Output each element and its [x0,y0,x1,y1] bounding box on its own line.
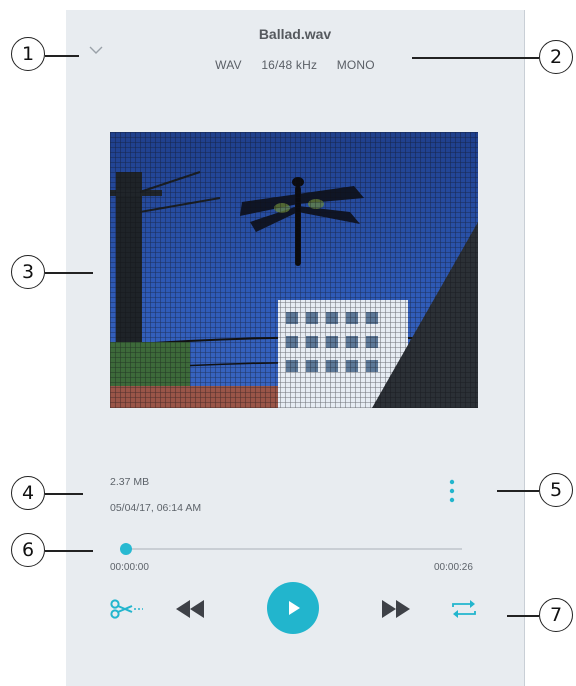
callout-4: 4 [11,476,45,510]
seek-thumb[interactable] [120,543,132,555]
callout-1-leader [45,55,79,57]
play-icon [289,601,300,615]
chevron-down-icon[interactable] [88,44,104,56]
track-title: Ballad.wav [258,26,332,42]
more-vertical-icon[interactable] [444,478,460,504]
rewind-icon[interactable] [174,598,206,620]
seek-bar[interactable] [126,548,462,550]
player-panel: Ballad.wav WAV 16/48 kHz MONO 2.37 MB 05… [66,10,525,686]
callout-4-leader [45,493,83,495]
callout-2: 2 [539,40,573,74]
callout-5-leader [497,490,539,492]
callout-6: 6 [11,533,45,567]
callout-5: 5 [539,473,573,507]
album-artwork [110,132,478,408]
screen: Ballad.wav WAV 16/48 kHz MONO 2.37 MB 05… [0,0,576,686]
fast-forward-icon[interactable] [380,598,412,620]
file-size: 2.37 MB [110,476,150,488]
channels-label: MONO [336,58,375,72]
callout-3-leader [45,272,93,274]
callout-3: 3 [11,255,45,289]
callout-2-leader [412,57,539,59]
callout-1: 1 [11,37,45,71]
file-date: 05/04/17, 06:14 AM [110,502,202,514]
callout-7-leader [507,615,539,617]
play-button[interactable] [267,582,319,634]
quality-label: 16/48 kHz [261,58,318,72]
track-meta: WAV 16/48 kHz MONO [66,58,524,72]
total-duration: 00:00:26 [434,562,473,573]
callout-6-leader [45,550,93,552]
elapsed-time: 00:00:00 [110,562,149,573]
repeat-icon[interactable] [450,598,478,620]
scissors-icon[interactable] [110,598,144,620]
callout-7: 7 [539,598,573,632]
format-label: WAV [215,58,242,72]
artwork-image [110,132,478,408]
